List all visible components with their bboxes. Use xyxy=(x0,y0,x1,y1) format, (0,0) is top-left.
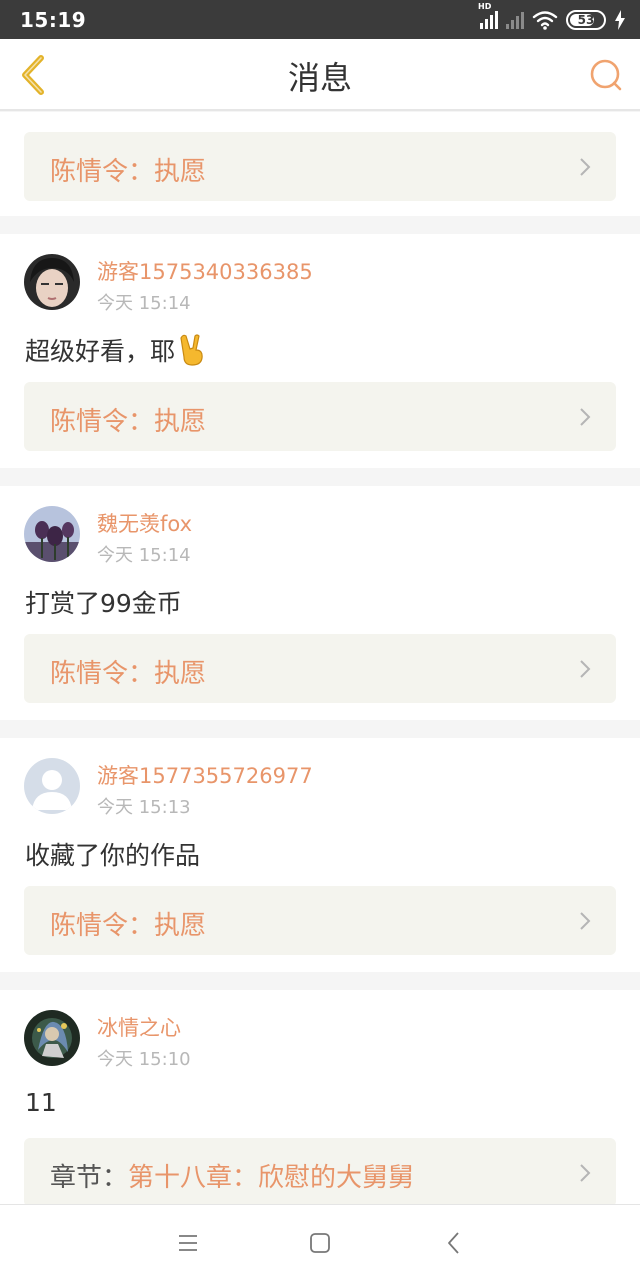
chevron-right-icon xyxy=(580,660,591,678)
status-bar: 15:19 HD 53 xyxy=(0,0,640,39)
battery-icon: 53 xyxy=(566,10,606,30)
username[interactable]: 冰情之心 xyxy=(97,1012,181,1042)
work-link[interactable]: 陈情令：执愿 xyxy=(24,634,616,703)
work-link-title: 陈情令：执愿 xyxy=(50,407,207,437)
work-link-title: 陈情令：执愿 xyxy=(50,911,207,941)
work-link-title: 陈情令：执愿 xyxy=(50,157,207,187)
status-icons: HD 53 xyxy=(478,2,626,33)
battery-level: 53 xyxy=(577,13,595,27)
message-time: 今天 15:10 xyxy=(97,1049,191,1070)
chapter-link[interactable]: 章节：第十八章：欣慰的大舅舅 xyxy=(24,1138,616,1204)
chevron-right-icon xyxy=(580,912,591,930)
charging-icon xyxy=(615,10,625,30)
system-back-button[interactable] xyxy=(440,1229,468,1257)
message-content: 11 xyxy=(25,1088,57,1117)
message-card: 游客1575340336385 今天 15:14 超级好看，耶 陈情令：执愿 xyxy=(0,234,640,468)
avatar[interactable] xyxy=(24,1010,80,1066)
status-time: 15:19 xyxy=(20,8,87,32)
search-button[interactable] xyxy=(582,51,630,99)
wifi-icon xyxy=(532,11,558,30)
message-content: 打赏了99金币 xyxy=(25,589,182,618)
victory-hand-emoji-icon xyxy=(180,334,203,366)
chapter-link-prefix: 章节： xyxy=(50,1163,129,1193)
message-content: 超级好看，耶 xyxy=(25,332,209,368)
username[interactable]: 魏无羡fox xyxy=(97,508,192,538)
work-link[interactable]: 陈情令：执愿 xyxy=(24,382,616,451)
work-link[interactable]: 陈情令：执愿 xyxy=(24,132,616,201)
message-card: 冰情之心 今天 15:10 11 章节：第十八章：欣慰的大舅舅 xyxy=(0,990,640,1204)
username[interactable]: 游客1575340336385 xyxy=(97,256,313,286)
chevron-right-icon xyxy=(580,158,591,176)
chapter-link-text: 章节：第十八章：欣慰的大舅舅 xyxy=(50,1157,414,1194)
work-link-title: 陈情令：执愿 xyxy=(50,659,207,689)
chevron-right-icon xyxy=(580,408,591,426)
message-card: 魏无羡fox 今天 15:14 打赏了99金币 陈情令：执愿 xyxy=(0,486,640,720)
signal-strength-sim2-icon xyxy=(506,11,524,29)
network-type-label: HD xyxy=(478,2,492,11)
message-time: 今天 15:14 xyxy=(97,545,191,566)
signal-strength-icon: HD xyxy=(478,2,498,29)
system-navigation-bar xyxy=(0,1204,640,1280)
message-time: 今天 15:14 xyxy=(97,293,191,314)
avatar[interactable] xyxy=(24,506,80,562)
page-title: 消息 xyxy=(287,59,352,97)
menu-icon xyxy=(179,1235,197,1251)
home-button[interactable] xyxy=(306,1229,334,1257)
avatar[interactable] xyxy=(24,758,80,814)
message-content: 收藏了你的作品 xyxy=(25,841,201,870)
avatar[interactable] xyxy=(24,254,80,310)
menu-button[interactable] xyxy=(174,1229,202,1257)
message-time: 今天 15:13 xyxy=(97,797,191,818)
message-list: 陈情令：执愿 游客1575340336385 今天 15:14 超级好看，耶 陈… xyxy=(0,112,640,1204)
header-bar: 消息 xyxy=(0,39,640,111)
work-link[interactable]: 陈情令：执愿 xyxy=(24,886,616,955)
message-card: 陈情令：执愿 xyxy=(0,112,640,216)
default-avatar-icon xyxy=(24,758,80,814)
chevron-right-icon xyxy=(580,1164,591,1182)
username[interactable]: 游客1577355726977 xyxy=(97,760,313,790)
home-square-icon xyxy=(310,1233,330,1253)
message-card: 游客1577355726977 今天 15:13 收藏了你的作品 陈情令：执愿 xyxy=(0,738,640,972)
back-triangle-icon xyxy=(448,1232,459,1254)
message-text: 超级好看，耶 xyxy=(25,337,176,366)
chapter-link-title: 第十八章：欣慰的大舅舅 xyxy=(128,1163,415,1193)
search-icon xyxy=(590,59,622,91)
